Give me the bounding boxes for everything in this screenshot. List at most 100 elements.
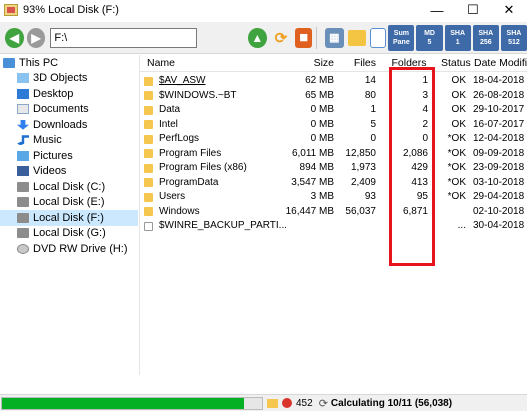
desktop-icon [17,88,29,99]
table-row[interactable]: $WINDOWS.~BT 65 MB 80 3 OK 26-08-2018 1 [140,89,527,104]
column-header-size[interactable]: Size [290,57,334,69]
folder-icon [144,192,153,202]
row-files: 0 [370,133,376,144]
table-row[interactable]: PerfLogs 0 MB 0 0 *OK 12-04-2018 0 [140,132,527,147]
file-icon [144,221,153,231]
row-size: 894 MB [299,162,334,173]
tree-item-local-disk-e[interactable]: Local Disk (E:) [0,195,138,211]
row-date: 16-07-2017 0 [473,118,527,130]
tree-item-pictures[interactable]: Pictures [0,148,138,164]
spinner-icon: ⟳ [318,397,328,410]
file-list: Name Size Files Folders Status Date Modi… [139,55,527,375]
row-files: 1 [370,104,376,115]
row-folders: 2 [422,118,428,130]
column-header-name[interactable]: Name [147,57,175,69]
progress-bar [1,396,263,410]
row-name: Users [159,191,186,202]
title-bar: 93% Local Disk (F:) — ☐ ✕ [0,0,527,20]
table-row[interactable]: Windows 16,447 MB 56,037 6,871 02-10-201… [140,205,527,220]
tree-item-dvd-rw-drive[interactable]: DVD RW Drive (H:) [0,241,138,257]
sha1-button[interactable]: SHA 1 [444,24,471,51]
table-row[interactable]: $WINRE_BACKUP_PARTI... ... 30-04-2018 0 [140,219,527,234]
row-name: $WINDOWS.~BT [159,89,237,101]
stop-icon[interactable] [282,398,292,408]
forward-arrow-icon[interactable]: ▶ [26,27,46,48]
row-size: 6,011 MB [291,147,334,159]
tree-item-videos[interactable]: Videos [0,164,138,180]
file-icon[interactable] [370,27,387,48]
tree-item-downloads[interactable]: Downloads [0,117,138,133]
address-field[interactable] [50,27,198,48]
row-status: OK [451,118,466,130]
folder-icon [144,178,153,187]
row-files: 1,973 [350,162,376,173]
row-size: 3,547 MB [291,176,334,188]
close-button[interactable]: ✕ [491,0,527,20]
status-count: 452 [296,397,313,409]
row-name: Program Files (x86) [159,162,247,173]
app-icon [4,4,18,16]
table-row[interactable]: Intel 0 MB 5 2 OK 16-07-2017 0 [140,118,527,133]
pictures-icon [17,150,29,161]
refresh-icon[interactable]: ⟳ [271,27,292,49]
column-header-files[interactable]: Files [336,57,376,69]
row-name: ProgramData [159,176,219,188]
folder-icon [144,163,153,173]
tree-item-local-disk-c[interactable]: Local Disk (C:) [0,179,138,195]
music-icon [17,135,29,146]
sha256-button[interactable]: SHA 256 [472,24,499,51]
row-name: PerfLogs [159,133,200,144]
column-header-date-modified[interactable]: Date Modifie [474,57,527,69]
row-date: 12-04-2018 0 [473,133,527,144]
row-status: *OK [447,147,466,159]
table-row[interactable]: Program Files (x86) 894 MB 1,973 429 *OK… [140,161,527,176]
drive-icon [17,181,29,192]
row-files: 12,850 [345,147,376,159]
row-files: 56,037 [345,205,376,217]
tree-item-music[interactable]: Music [0,133,138,149]
row-folders: 429 [411,162,428,173]
tree-item-local-disk-f[interactable]: Local Disk (F:) [0,210,138,226]
row-date: 29-10-2017 1 [473,104,527,115]
row-size: 0 MB [310,104,334,115]
table-row[interactable]: $AV_ASW 62 MB 14 1 OK 18-04-2018 2 [140,74,527,89]
folder-icon [144,76,153,86]
3d-objects-icon [17,73,29,84]
row-name: Windows [159,205,200,217]
row-date: 02-10-2018 1 [473,205,527,217]
tree-item-documents[interactable]: Documents [0,102,138,118]
row-date: 26-08-2018 1 [473,89,527,101]
folder-tree: This PC 3D Objects Desktop Documents Dow… [0,55,138,375]
column-header-folders[interactable]: Folders [389,57,429,69]
row-files: 5 [370,118,376,130]
list-header: Name Size Files Folders Status Date Modi… [140,55,527,72]
table-row[interactable]: Program Files 6,011 MB 12,850 2,086 *OK … [140,147,527,162]
maximize-button[interactable]: ☐ [455,0,491,20]
row-folders: 6,871 [402,205,428,217]
sum-pane-button[interactable]: Sum Pane [388,24,415,51]
up-arrow-icon[interactable]: ▲ [248,27,267,48]
md5-button[interactable]: MD 5 [416,24,443,51]
tree-item-this-pc[interactable]: This PC [0,55,138,71]
column-header-status[interactable]: Status [441,57,471,69]
toolbar: ◀ ▶ ▲ ⟳ ■ ▦ Sum Pane MD 5 SHA 1 SHA 256 … [0,22,527,54]
stop-icon[interactable]: ■ [295,27,313,48]
row-date: 18-04-2018 2 [473,75,527,86]
window-title: 93% Local Disk (F:) [23,4,119,16]
videos-icon [17,166,29,177]
folder-icon[interactable] [347,29,367,46]
minimize-button[interactable]: — [419,0,455,20]
row-size: 65 MB [305,89,334,101]
tree-item-desktop[interactable]: Desktop [0,86,138,102]
row-date: 23-09-2018 1 [473,162,527,173]
tree-item-local-disk-g[interactable]: Local Disk (G:) [0,226,138,242]
table-row[interactable]: Users 3 MB 93 95 *OK 29-04-2018 1 [140,190,527,205]
calculator-icon[interactable]: ▦ [324,27,344,48]
table-row[interactable]: Data 0 MB 1 4 OK 29-10-2017 1 [140,103,527,118]
table-row[interactable]: ProgramData 3,547 MB 2,409 413 *OK 03-10… [140,176,527,191]
sha512-button[interactable]: SHA 512 [500,24,527,51]
tree-item-3d-objects[interactable]: 3D Objects [0,71,138,87]
row-status: OK [451,104,466,115]
back-arrow-icon[interactable]: ◀ [5,27,24,48]
row-size: 62 MB [305,75,334,86]
